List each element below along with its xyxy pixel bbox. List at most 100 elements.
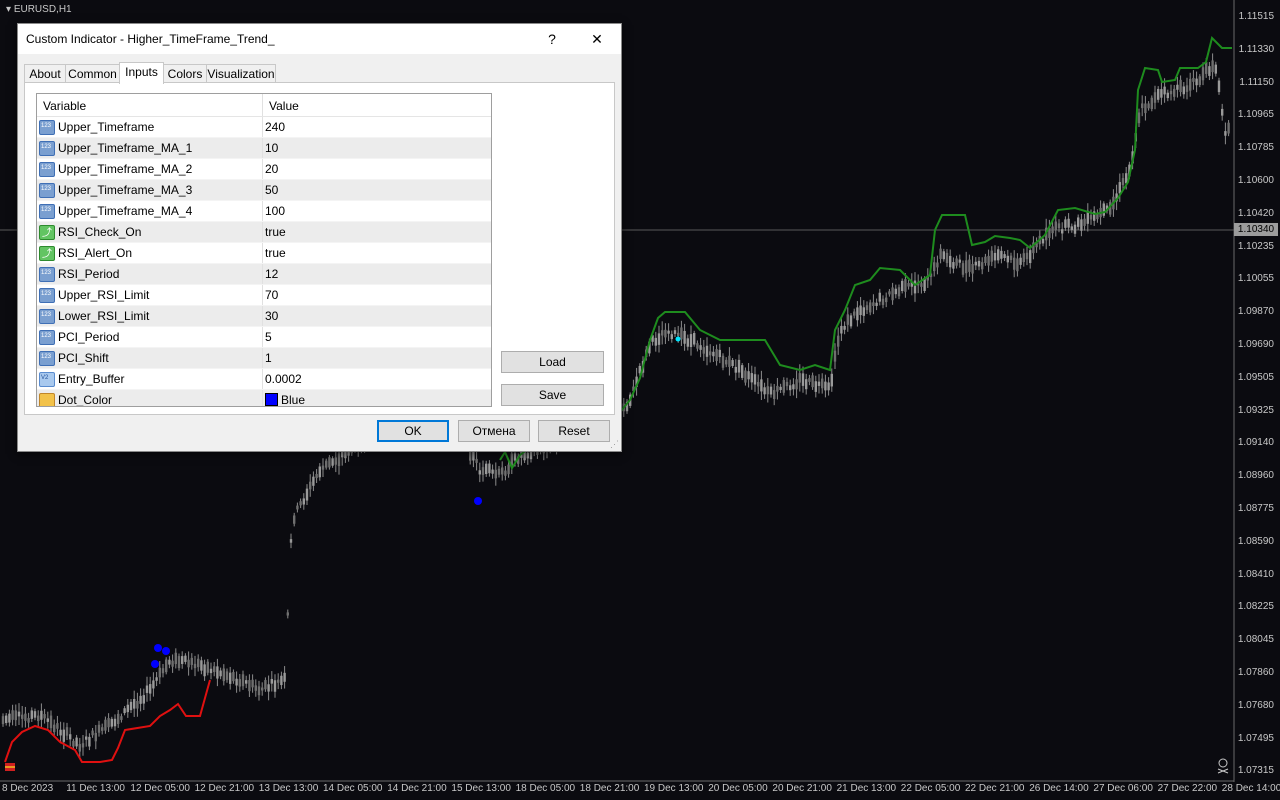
candle-body — [257, 686, 261, 696]
input-row[interactable]: Upper_Timeframe_MA_3 50 — [37, 180, 491, 201]
input-row[interactable]: Upper_Timeframe_MA_2 20 — [37, 159, 491, 180]
tab-common[interactable]: Common — [65, 64, 120, 83]
input-row[interactable]: PCI_Period 5 — [37, 327, 491, 348]
dialog-titlebar[interactable]: Custom Indicator - Higher_TimeFrame_Tren… — [18, 24, 621, 54]
resize-grip-icon[interactable]: ⋰ — [610, 439, 619, 450]
input-row[interactable]: Upper_Timeframe 240 — [37, 117, 491, 138]
input-value[interactable]: 50 — [265, 183, 278, 197]
candle-body — [229, 672, 232, 684]
input-row[interactable]: Upper_Timeframe_MA_1 10 — [37, 138, 491, 159]
input-value[interactable]: 0.0002 — [265, 372, 302, 386]
input-value[interactable]: 30 — [265, 309, 278, 323]
candle-body — [481, 467, 485, 475]
candle-body — [677, 332, 680, 336]
input-value[interactable]: Blue — [265, 393, 305, 406]
header-value[interactable]: Value — [269, 99, 299, 113]
candle-body — [1192, 77, 1195, 82]
candle-body — [1054, 221, 1057, 230]
candle-body — [734, 366, 737, 373]
input-value[interactable]: 1 — [265, 351, 272, 365]
candle-body — [901, 280, 904, 292]
candle-body — [958, 259, 961, 263]
input-value[interactable]: 20 — [265, 162, 278, 176]
input-row[interactable]: PCI_Shift 1 — [37, 348, 491, 369]
candle-body — [763, 387, 766, 395]
save-button[interactable]: Save — [501, 384, 604, 406]
candle-body — [709, 351, 712, 356]
time-tick-label: 14 Dec 21:00 — [387, 783, 447, 794]
candle-body — [113, 718, 117, 727]
reset-button[interactable]: Reset — [538, 420, 610, 442]
candle-body — [27, 717, 30, 723]
input-variable: Upper_Timeframe_MA_3 — [58, 183, 193, 197]
price-tick-label: 1.09325 — [1237, 404, 1274, 416]
time-tick-label: 28 Dec 14:00 — [1221, 783, 1280, 794]
time-tick-label: 26 Dec 14:00 — [1029, 783, 1089, 794]
candle-body — [1025, 252, 1029, 260]
candle-body — [75, 737, 78, 747]
input-row[interactable]: Upper_Timeframe_MA_4 100 — [37, 201, 491, 222]
candle-body — [504, 470, 507, 476]
candle-body — [968, 259, 971, 272]
tab-about[interactable]: About — [24, 64, 66, 83]
input-value[interactable]: true — [265, 225, 286, 239]
candle-body — [1221, 108, 1224, 116]
input-row[interactable]: Lower_RSI_Limit 30 — [37, 306, 491, 327]
candle-body — [1083, 218, 1086, 226]
input-row[interactable]: RSI_Alert_On true — [37, 243, 491, 264]
price-tick-label: 1.07860 — [1237, 667, 1274, 678]
candle-body — [1160, 89, 1163, 98]
skull-icon[interactable] — [1217, 758, 1229, 774]
inputs-grid: Variable Value Upper_Timeframe240Upper_T… — [36, 93, 492, 407]
tab-colors[interactable]: Colors — [163, 64, 207, 83]
input-variable: PCI_Shift — [58, 351, 109, 365]
input-value[interactable]: 10 — [265, 141, 278, 155]
close-button[interactable]: ✕ — [575, 24, 619, 54]
candle-body — [1201, 67, 1205, 81]
input-value[interactable]: 100 — [265, 204, 285, 218]
candle-body — [293, 515, 296, 524]
candle-body — [881, 298, 885, 305]
candle-body — [1153, 92, 1157, 103]
candle-body — [657, 333, 661, 345]
input-value[interactable]: 5 — [265, 330, 272, 344]
inputs-panel: Variable Value Upper_Timeframe240Upper_T… — [24, 82, 615, 415]
input-row[interactable]: RSI_Period 12 — [37, 264, 491, 285]
tab-visualization[interactable]: Visualization — [206, 64, 276, 83]
header-variable[interactable]: Variable — [43, 99, 86, 113]
input-value[interactable]: 240 — [265, 120, 285, 134]
ok-button[interactable]: OK — [377, 420, 449, 442]
candle-body — [120, 716, 123, 720]
cancel-button[interactable]: Отмена — [458, 420, 530, 442]
candle-body — [712, 351, 715, 357]
candle-body — [85, 736, 88, 740]
input-value[interactable]: 12 — [265, 267, 278, 281]
candle-body — [702, 347, 705, 354]
load-button[interactable]: Load — [501, 351, 604, 373]
input-value[interactable]: 70 — [265, 288, 278, 302]
candle-body — [904, 279, 907, 292]
candle-body — [1182, 86, 1185, 95]
candle-body — [190, 657, 193, 665]
candle-body — [984, 256, 987, 263]
input-row[interactable]: Entry_Buffer 0.0002 — [37, 369, 491, 390]
tab-inputs[interactable]: Inputs — [119, 62, 164, 84]
candle-body — [811, 375, 814, 388]
candle-body — [497, 468, 501, 475]
candle-body — [72, 740, 75, 747]
current-price-label: 1.10340 — [1234, 223, 1278, 236]
candle-body — [737, 359, 741, 373]
dropdown-arrow-icon[interactable]: ▾ — [6, 4, 11, 15]
candle-body — [123, 708, 126, 714]
candle-body — [273, 680, 277, 692]
input-value[interactable]: true — [265, 246, 286, 260]
help-button[interactable]: ? — [530, 24, 574, 54]
input-row[interactable]: RSI_Check_On true — [37, 222, 491, 243]
candle-body — [757, 382, 760, 387]
candle-body — [776, 385, 779, 392]
candle-body — [219, 670, 222, 677]
candle-body — [805, 379, 808, 390]
input-row[interactable]: Dot_Color Blue — [37, 390, 491, 406]
candle-body — [1185, 85, 1189, 92]
input-row[interactable]: Upper_RSI_Limit 70 — [37, 285, 491, 306]
